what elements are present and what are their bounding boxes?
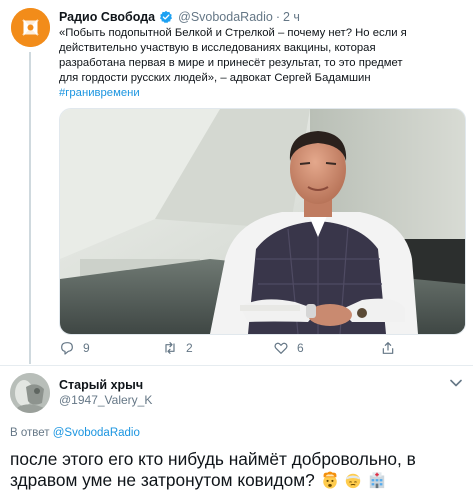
chevron-down-icon xyxy=(450,379,462,387)
verified-badge-icon xyxy=(160,10,173,24)
reply-author-name[interactable]: Старый хрыч xyxy=(59,378,143,392)
author-name[interactable]: Радио Свобода xyxy=(59,10,155,24)
user-avatar[interactable] xyxy=(10,373,50,413)
retweet-icon xyxy=(165,342,175,354)
tweet-text-line: разработана первая в мире и принесёт рез… xyxy=(59,57,403,69)
exploding-head-emoji xyxy=(322,471,337,489)
tweet-time[interactable]: 2 ч xyxy=(283,10,300,24)
tweet-text-line: «Побыть подопытной Белкой и Стрелкой – п… xyxy=(59,27,407,39)
reply-count: 9 xyxy=(83,341,90,355)
radio-svoboda-logo-icon xyxy=(11,8,50,47)
share-action[interactable] xyxy=(380,338,396,358)
reply-tweet[interactable]: Старый хрыч @1947_Valery_K В ответ @Svob… xyxy=(0,366,473,503)
author-handle[interactable]: @SvobodaRadio xyxy=(178,10,273,24)
share-icon xyxy=(382,342,394,354)
reply-text: после этого его кто нибудь наймёт добров… xyxy=(10,449,470,491)
tweet-text-line: для гордости русских людей», – адвокат С… xyxy=(59,72,371,84)
tweet-actions: 9 2 6 xyxy=(59,338,464,358)
more-options-button[interactable] xyxy=(448,378,464,390)
retweet-count: 2 xyxy=(186,341,193,355)
reply-action[interactable]: 9 xyxy=(59,338,90,358)
reply-to-prefix: В ответ xyxy=(10,427,50,439)
tweet-image[interactable] xyxy=(59,108,466,335)
radio-svoboda-avatar[interactable] xyxy=(11,8,50,47)
retweet-action[interactable]: 2 xyxy=(162,338,193,358)
like-action[interactable]: 6 xyxy=(273,338,304,358)
reply-author-handle[interactable]: @1947_Valery_K xyxy=(59,393,152,407)
thread-line xyxy=(29,52,31,364)
like-icon xyxy=(274,342,288,354)
tweet-header: Радио Свобода @SvobodaRadio · 2 ч xyxy=(59,9,300,25)
face-with-head-bandage-emoji xyxy=(346,473,361,489)
tweet-text: «Побыть подопытной Белкой и Стрелкой – п… xyxy=(59,26,464,101)
separator-dot: · xyxy=(275,10,280,24)
tweet-text-line: действительно участвую в исследованиях в… xyxy=(59,42,376,54)
reply-icon xyxy=(61,342,73,355)
hospital-emoji xyxy=(369,472,385,489)
tweet[interactable]: Радио Свобода @SvobodaRadio · 2 ч «Побыт… xyxy=(0,0,473,366)
reply-context: В ответ @SvobodaRadio xyxy=(10,427,140,439)
like-count: 6 xyxy=(297,341,304,355)
avatar-photo xyxy=(10,373,50,413)
hashtag-link[interactable]: #гранивремени xyxy=(59,86,464,101)
interview-photo xyxy=(60,109,465,334)
reply-to-handle[interactable]: @SvobodaRadio xyxy=(53,427,140,439)
